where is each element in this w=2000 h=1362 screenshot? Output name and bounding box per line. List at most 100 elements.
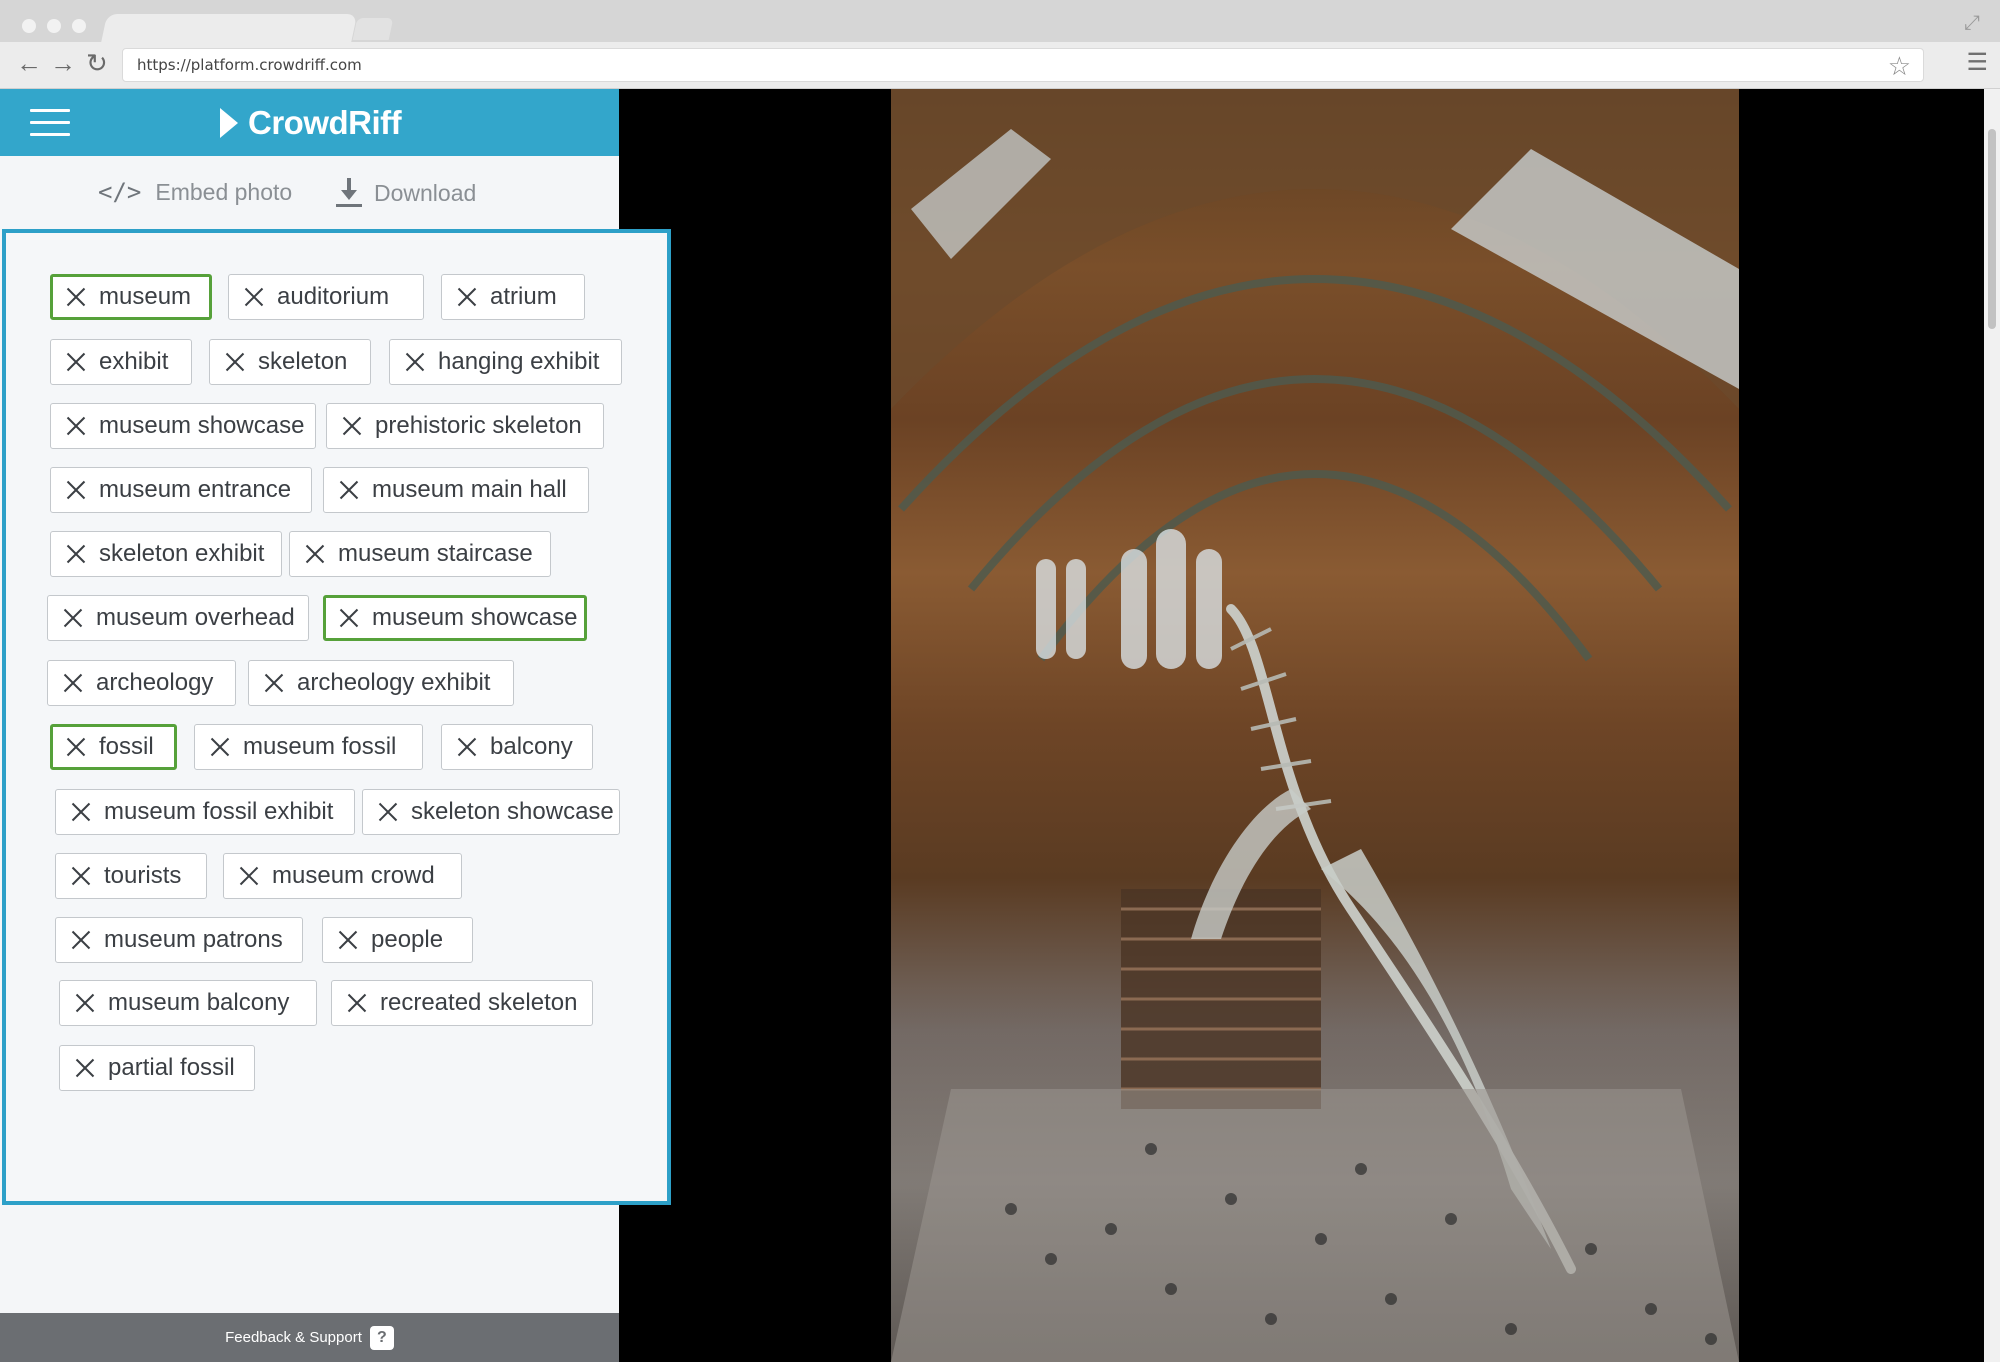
remove-tag-icon[interactable] — [65, 415, 87, 437]
close-window-button[interactable] — [22, 19, 36, 33]
remove-tag-icon[interactable] — [304, 543, 326, 565]
remove-tag-icon[interactable] — [456, 736, 478, 758]
remove-tag-icon[interactable] — [65, 736, 87, 758]
tag-chip[interactable]: tourists — [55, 853, 207, 899]
tag-label: museum balcony — [108, 989, 290, 1016]
page-scrollbar[interactable] — [1984, 89, 2000, 1362]
photo-illustration — [891, 89, 1739, 1362]
remove-tag-icon[interactable] — [243, 286, 265, 308]
remove-tag-icon[interactable] — [62, 607, 84, 629]
tag-label: people — [371, 926, 444, 953]
download-button[interactable]: Download — [336, 178, 476, 208]
tag-chip[interactable]: museum fossil exhibit — [55, 789, 355, 835]
tag-label: museum main hall — [372, 476, 567, 503]
tag-chip[interactable]: auditorium — [228, 274, 424, 320]
tag-chip[interactable]: skeleton exhibit — [50, 531, 282, 577]
tag-label: museum entrance — [99, 476, 292, 503]
tag-chip[interactable]: museum staircase — [289, 531, 551, 577]
star-icon[interactable]: ☆ — [1888, 51, 1911, 82]
remove-tag-icon[interactable] — [209, 736, 231, 758]
tag-label: museum patrons — [104, 926, 283, 953]
feedback-support-button[interactable]: Feedback & Support ? — [0, 1313, 619, 1362]
tag-label: tourists — [104, 862, 182, 889]
embed-photo-label: Embed photo — [155, 178, 293, 205]
remove-tag-icon[interactable] — [65, 479, 87, 501]
remove-tag-icon[interactable] — [377, 801, 399, 823]
remove-tag-icon[interactable] — [70, 865, 92, 887]
tag-label: balcony — [490, 733, 573, 760]
menu-icon[interactable]: ☰ — [1966, 48, 1988, 77]
fullscreen-icon[interactable]: ⤢ — [1964, 12, 1980, 35]
tag-chip[interactable]: exhibit — [50, 339, 192, 385]
tag-label: museum crowd — [272, 862, 435, 889]
reload-icon[interactable]: ↻ — [86, 48, 108, 78]
remove-tag-icon[interactable] — [456, 286, 478, 308]
tag-label: atrium — [490, 283, 557, 310]
tag-label: museum showcase — [372, 604, 578, 631]
tag-chip[interactable]: skeleton showcase — [362, 789, 620, 835]
tag-chip[interactable]: museum crowd — [223, 853, 462, 899]
tag-chip[interactable]: museum showcase — [50, 403, 316, 449]
tag-panel: museum auditorium atrium exhibit skeleto… — [2, 229, 671, 1205]
tag-chip[interactable]: museum entrance — [50, 467, 312, 513]
tag-chip[interactable]: museum showcase — [323, 595, 587, 641]
tag-chip[interactable]: museum main hall — [323, 467, 589, 513]
tag-chip[interactable]: hanging exhibit — [389, 339, 622, 385]
tag-chip[interactable]: archeology exhibit — [248, 660, 514, 706]
feedback-support-label: Feedback & Support — [225, 1329, 362, 1346]
tag-chip[interactable]: archeology — [47, 660, 236, 706]
remove-tag-icon[interactable] — [74, 992, 96, 1014]
tag-chip[interactable]: skeleton — [209, 339, 371, 385]
address-bar[interactable]: https://platform.crowdriff.com ☆ — [122, 48, 1924, 82]
tag-label: recreated skeleton — [380, 989, 578, 1016]
tag-chip[interactable]: recreated skeleton — [331, 980, 593, 1026]
embed-photo-button[interactable]: </> Embed photo — [98, 178, 292, 206]
hamburger-menu-icon[interactable] — [30, 109, 70, 137]
tag-chip[interactable]: museum balcony — [59, 980, 317, 1026]
remove-tag-icon[interactable] — [62, 672, 84, 694]
tag-chip[interactable]: atrium — [441, 274, 585, 320]
remove-tag-icon[interactable] — [338, 479, 360, 501]
tag-chip[interactable]: museum fossil — [194, 724, 423, 770]
remove-tag-icon[interactable] — [404, 351, 426, 373]
remove-tag-icon[interactable] — [74, 1057, 96, 1079]
tag-label: museum fossil exhibit — [104, 798, 334, 825]
remove-tag-icon[interactable] — [65, 351, 87, 373]
tag-chip[interactable]: museum patrons — [55, 917, 303, 963]
remove-tag-icon[interactable] — [70, 801, 92, 823]
remove-tag-icon[interactable] — [346, 992, 368, 1014]
remove-tag-icon[interactable] — [338, 607, 360, 629]
browser-toolbar: ← → ↻ https://platform.crowdriff.com ☆ ☰ — [0, 42, 2000, 89]
remove-tag-icon[interactable] — [65, 543, 87, 565]
remove-tag-icon[interactable] — [224, 351, 246, 373]
arrow-right-icon[interactable]: → — [50, 48, 76, 78]
browser-tab[interactable] — [100, 14, 358, 44]
minimize-window-button[interactable] — [47, 19, 61, 33]
tag-chip[interactable]: balcony — [441, 724, 593, 770]
remove-tag-icon[interactable] — [341, 415, 363, 437]
remove-tag-icon[interactable] — [65, 286, 87, 308]
zoom-window-button[interactable] — [72, 19, 86, 33]
browser-titlebar: ⤢ — [0, 0, 2000, 44]
museum-photo — [891, 89, 1739, 1362]
tag-label: museum showcase — [99, 412, 305, 439]
tag-chip[interactable]: museum — [50, 274, 212, 320]
tag-chip[interactable]: museum overhead — [47, 595, 309, 641]
tag-label: archeology — [96, 669, 214, 696]
brand-logo[interactable]: CrowdRiff — [220, 103, 402, 143]
tag-chip[interactable]: people — [322, 917, 473, 963]
tag-chip[interactable]: fossil — [50, 724, 177, 770]
arrow-left-icon[interactable]: ← — [16, 48, 42, 78]
sidebar: CrowdRiff </> Embed photo Download museu… — [0, 89, 671, 1362]
tag-label: skeleton showcase — [411, 798, 614, 825]
scrollbar-thumb[interactable] — [1988, 129, 1996, 329]
tag-chip[interactable]: prehistoric skeleton — [326, 403, 604, 449]
tag-label: skeleton exhibit — [99, 540, 265, 567]
new-tab-button[interactable] — [352, 18, 394, 40]
help-icon: ? — [369, 1325, 394, 1350]
remove-tag-icon[interactable] — [337, 929, 359, 951]
remove-tag-icon[interactable] — [263, 672, 285, 694]
tag-chip[interactable]: partial fossil — [59, 1045, 255, 1091]
remove-tag-icon[interactable] — [70, 929, 92, 951]
remove-tag-icon[interactable] — [238, 865, 260, 887]
